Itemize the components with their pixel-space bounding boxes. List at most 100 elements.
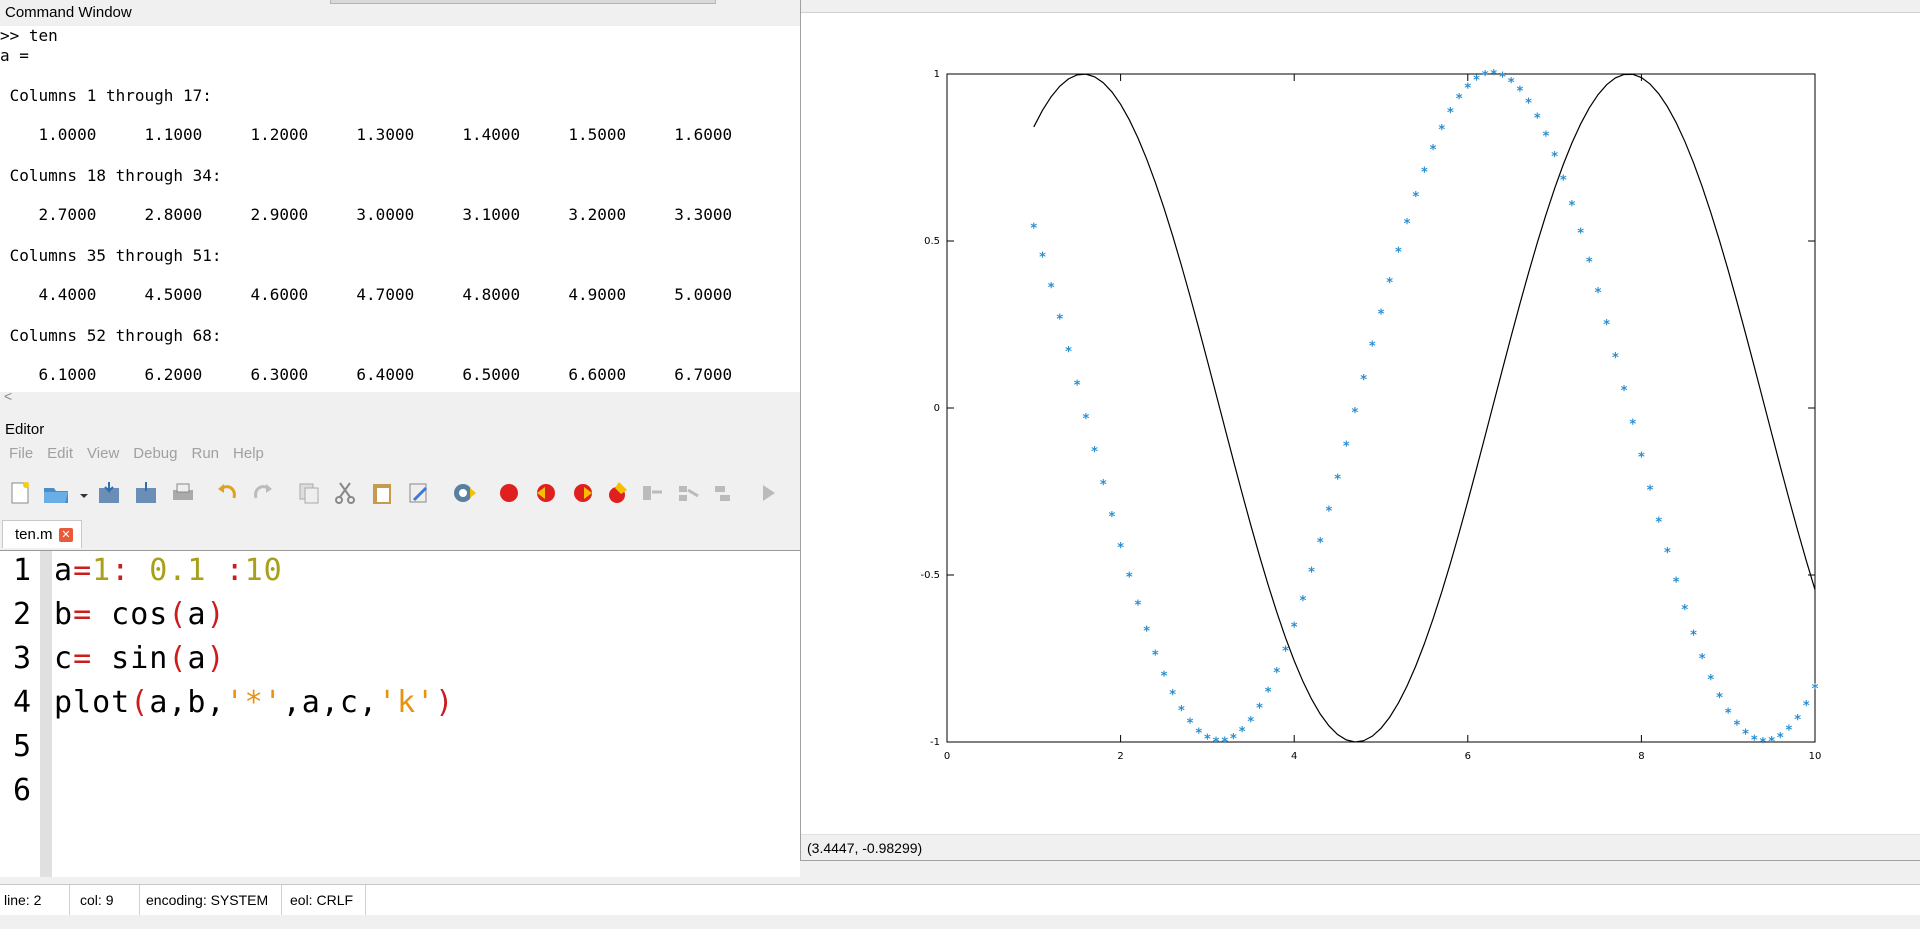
- clear-breakpoints-icon[interactable]: [605, 480, 631, 506]
- data-point-cos: *: [1317, 536, 1324, 551]
- data-point-cos: *: [1412, 190, 1419, 205]
- variable-assignment: a =: [0, 46, 29, 65]
- step-over-icon[interactable]: [640, 480, 666, 506]
- toggle-breakpoint-icon[interactable]: [496, 480, 522, 506]
- status-col: col: 9: [76, 885, 140, 915]
- data-point-cos: *: [1638, 451, 1645, 466]
- data-point-cos: *: [1152, 648, 1159, 663]
- data-point-cos: *: [1473, 74, 1480, 89]
- previous-breakpoint-icon[interactable]: [570, 480, 596, 506]
- data-point-cos: *: [1282, 644, 1289, 659]
- data-point-cos: *: [1239, 725, 1246, 740]
- data-point-cos: *: [1360, 373, 1367, 388]
- data-point-cos: *: [1621, 384, 1628, 399]
- columns-header: Columns 35 through 51:: [0, 246, 222, 265]
- scroll-left-icon[interactable]: <: [4, 388, 12, 404]
- data-point-cos: *: [1369, 340, 1376, 355]
- y-tick-label: 1: [934, 69, 940, 80]
- columns-values: 4.4000 4.5000 4.6000 4.7000 4.8000 4.900…: [0, 285, 733, 304]
- open-dropdown-icon[interactable]: [78, 480, 90, 506]
- y-tick-label: 0.5: [924, 236, 940, 247]
- horizontal-scrollbar[interactable]: <: [0, 388, 800, 406]
- data-point-cos: *: [1082, 412, 1089, 427]
- data-point-cos: *: [1386, 276, 1393, 291]
- data-point-cos: *: [1256, 702, 1263, 717]
- data-point-cos: *: [1221, 735, 1228, 750]
- step-out-icon[interactable]: [712, 480, 738, 506]
- continue-icon[interactable]: [756, 480, 782, 506]
- open-folder-icon[interactable]: [42, 480, 68, 506]
- data-point-cos: *: [1395, 246, 1402, 261]
- data-point-cos: *: [1438, 123, 1445, 138]
- save-as-icon[interactable]: [133, 480, 159, 506]
- data-point-cos: *: [1334, 472, 1341, 487]
- data-point-cos: *: [1586, 256, 1593, 271]
- settings-gear-icon[interactable]: [450, 480, 476, 506]
- figure-window[interactable]: 0 2 4 6 8 10 -1 -0.5 0 0.5 1 * * * * * * * * * * * * * * * * * * * * * *…: [800, 0, 1920, 861]
- data-point-cos: *: [1760, 736, 1767, 751]
- data-point-cos: *: [1612, 351, 1619, 366]
- data-point-cos: *: [1725, 706, 1732, 721]
- menu-debug[interactable]: Debug: [133, 445, 177, 462]
- data-point-cos: *: [1195, 726, 1202, 741]
- menu-help[interactable]: Help: [233, 445, 264, 462]
- columns-header: Columns 1 through 17:: [0, 86, 212, 105]
- line-number: 6: [13, 773, 32, 808]
- data-point-cos: *: [1187, 717, 1194, 732]
- data-point-cos: *: [1499, 70, 1506, 85]
- plot-canvas[interactable]: 0 2 4 6 8 10-1-0.500.51******************** * *…: [801, 12, 1920, 832]
- data-point-cos: *: [1569, 199, 1576, 214]
- data-point-cos: *: [1135, 599, 1142, 614]
- redo-icon[interactable]: [250, 480, 276, 506]
- cut-icon[interactable]: [332, 480, 358, 506]
- data-point-cos: *: [1421, 165, 1428, 180]
- new-file-icon[interactable]: [7, 480, 33, 506]
- copy-icon[interactable]: [296, 480, 322, 506]
- undo-icon[interactable]: [214, 480, 240, 506]
- data-point-cos: *: [1777, 731, 1784, 746]
- code-editor[interactable]: 1 2 3 4 5 6 a=1: 0.1 :10 b= cos(a) c= si…: [0, 550, 800, 877]
- line-number: 4: [13, 685, 32, 720]
- tab-label: ten.m: [15, 526, 53, 543]
- editor-menu-bar: File Edit View Debug Run Help: [0, 442, 800, 466]
- menu-file[interactable]: File: [9, 445, 33, 462]
- data-point-cos: *: [1603, 318, 1610, 333]
- menu-view[interactable]: View: [87, 445, 119, 462]
- find-replace-icon[interactable]: [406, 480, 432, 506]
- data-point-cos: *: [1655, 515, 1662, 530]
- code-line-3: c= sin(a): [54, 641, 226, 676]
- step-in-icon[interactable]: [676, 480, 702, 506]
- data-point-cos: *: [1690, 629, 1697, 644]
- command-window-output[interactable]: >> ten a = Columns 1 through 17: 1.0000 …: [0, 26, 800, 392]
- data-point-cos: *: [1803, 699, 1810, 714]
- data-point-cos: *: [1794, 713, 1801, 728]
- menu-edit[interactable]: Edit: [47, 445, 73, 462]
- data-point-cos: *: [1308, 566, 1315, 581]
- paste-icon[interactable]: [369, 480, 395, 506]
- tab-ten-m[interactable]: ten.m ✕: [2, 520, 82, 548]
- columns-values: 2.7000 2.8000 2.9000 3.0000 3.1000 3.200…: [0, 205, 733, 224]
- next-breakpoint-icon[interactable]: [533, 480, 559, 506]
- data-point-cos: *: [1716, 691, 1723, 706]
- data-point-cos: *: [1577, 226, 1584, 241]
- close-icon[interactable]: ✕: [59, 528, 73, 542]
- command-window-resize-handle[interactable]: [330, 0, 716, 4]
- save-icon[interactable]: [96, 480, 122, 506]
- status-bar: line: 2 col: 9 encoding: SYSTEM eol: CRL…: [0, 884, 1920, 915]
- data-point-cos: *: [1525, 97, 1532, 112]
- data-point-cos: *: [1629, 417, 1636, 432]
- data-point-cos: *: [1074, 378, 1081, 393]
- data-point-cos: *: [1048, 281, 1055, 296]
- data-point-cos: *: [1768, 735, 1775, 750]
- code-line-2: b= cos(a): [54, 597, 226, 632]
- data-point-cos: *: [1299, 594, 1306, 609]
- menu-run[interactable]: Run: [191, 445, 219, 462]
- line-number: 3: [13, 641, 32, 676]
- data-point-cos: *: [1516, 85, 1523, 100]
- data-point-cos: *: [1352, 406, 1359, 421]
- data-point-cos: *: [1230, 732, 1237, 747]
- editor-toolbar: [0, 470, 800, 514]
- print-icon[interactable]: [170, 480, 196, 506]
- cursor-coordinates: (3.4447, -0.98299): [801, 834, 1920, 860]
- data-point-cos: *: [1213, 736, 1220, 751]
